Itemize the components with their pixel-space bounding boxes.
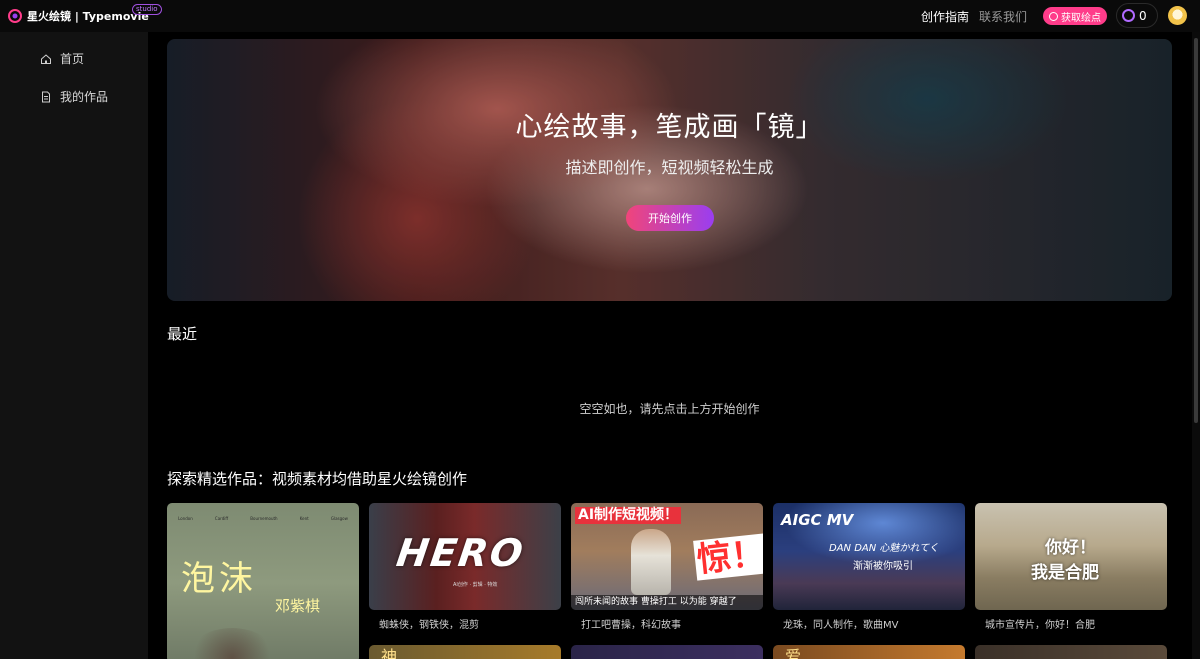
- thumb-title: AI制作短视频！: [575, 507, 682, 524]
- thumb-shock-text: 惊！: [693, 533, 763, 581]
- thumb-city: Kent: [299, 516, 309, 521]
- get-points-button[interactable]: 获取绘点: [1043, 7, 1107, 25]
- points-balance[interactable]: 0: [1116, 3, 1158, 28]
- brand-icon: [8, 9, 22, 23]
- thumb-bottom-text: 闯所未闻的故事 曹操打工 以为能 穿越了: [571, 595, 763, 610]
- sidebar-item-label: 我的作品: [60, 90, 109, 104]
- thumb-figure: [631, 529, 671, 595]
- get-points-label: 获取绘点: [1061, 12, 1101, 24]
- gallery-thumbnail[interactable]: 你好！ 我是合肥: [975, 503, 1167, 610]
- top-bar: 星火绘镜 | Typemovie studio 创作指南 联系我们 获取绘点 0: [0, 0, 1200, 32]
- gallery-card-paomo[interactable]: London Cardiff Bournemouth Kent Glasgow …: [167, 503, 359, 659]
- gallery-card-caocao[interactable]: AI制作短视频！ 惊！ 闯所未闻的故事 曹操打工 以为能 穿越了 打工吧曹操，科…: [571, 503, 763, 631]
- thumb-title: 泡沫: [181, 559, 257, 599]
- page-scrollbar[interactable]: [1192, 32, 1200, 659]
- gallery-thumbnail[interactable]: HERO AI创作 · 剪辑 · 特效: [369, 503, 561, 610]
- user-avatar[interactable]: [1168, 6, 1187, 25]
- thumb-title: 爱: [785, 647, 802, 659]
- recent-section-title: 最近: [167, 325, 198, 343]
- sidebar-item-my-works[interactable]: 我的作品: [40, 88, 108, 105]
- gallery-thumbnail[interactable]: AI制作短视频！ 惊！ 闯所未闻的故事 曹操打工 以为能 穿越了: [571, 503, 763, 610]
- thumb-subtitle: DAN DAN 心魅かれてく: [829, 543, 939, 554]
- balance-value: 0: [1139, 8, 1147, 23]
- thumb-title: 你好！: [1045, 538, 1096, 558]
- hero-title: 心绘故事，笔成画「镜」: [515, 112, 824, 143]
- points-icon: [1049, 11, 1058, 21]
- home-icon: [41, 53, 51, 64]
- hero-subtitle: 描述即创作，短视频轻松生成: [565, 158, 774, 177]
- thumb-city: Bournemouth: [250, 516, 278, 521]
- gallery-card-peek[interactable]: 爱: [773, 645, 965, 659]
- thumb-city: Cardiff: [214, 516, 229, 521]
- thumb-subtitle: 我是合肥: [1031, 563, 1099, 583]
- thumb-city: Glasgow: [330, 516, 348, 521]
- thumb-subtitle-translation: 渐渐被你吸引: [853, 561, 913, 572]
- document-icon: [42, 91, 50, 102]
- gallery-caption: 城市宣传片，你好！合肥: [985, 620, 1095, 631]
- recent-empty-message: 空空如也，请先点击上方开始创作: [579, 402, 760, 416]
- nav-contact-link[interactable]: 联系我们: [979, 8, 1027, 25]
- thumb-title: 神: [381, 647, 398, 659]
- thumb-figure: [187, 628, 277, 659]
- gallery-thumbnail[interactable]: AIGC MV DAN DAN 心魅かれてく 渐渐被你吸引: [773, 503, 965, 610]
- gallery-caption: 蜘蛛侠，钢铁侠，混剪: [379, 620, 479, 631]
- gallery-card-hero[interactable]: HERO AI创作 · 剪辑 · 特效 蜘蛛侠，钢铁侠，混剪: [369, 503, 561, 631]
- hero-banner: 心绘故事，笔成画「镜」 描述即创作，短视频轻松生成 开始创作: [167, 39, 1172, 301]
- sidebar-item-home[interactable]: 首页: [40, 50, 84, 67]
- gallery-caption: 打工吧曹操，科幻故事: [581, 620, 681, 631]
- gallery-card-dragonball[interactable]: AIGC MV DAN DAN 心魅かれてく 渐渐被你吸引 龙珠，同人制作，歌曲…: [773, 503, 965, 631]
- brand-logo[interactable]: 星火绘镜 | Typemovie studio: [8, 4, 162, 26]
- sidebar-item-label: 首页: [60, 52, 85, 66]
- thumb-city: London: [178, 516, 193, 521]
- gallery-card-peek[interactable]: 神: [369, 645, 561, 659]
- coin-icon: [1122, 9, 1135, 22]
- thumb-city-list: London Cardiff Bournemouth Kent Glasgow: [167, 516, 359, 521]
- nav-guide-link[interactable]: 创作指南: [921, 8, 969, 25]
- gallery-card-peek[interactable]: [975, 645, 1167, 659]
- gallery-card-peek[interactable]: [571, 645, 763, 659]
- gallery-caption: 龙珠，同人制作，歌曲MV: [783, 620, 899, 631]
- explore-section-title: 探索精选作品：视频素材均借助星火绘镜创作: [167, 470, 468, 488]
- gallery-card-hefei[interactable]: 你好！ 我是合肥 城市宣传片，你好！合肥: [975, 503, 1167, 631]
- sidebar: 首页 我的作品: [0, 32, 148, 659]
- thumb-artist: 邓紫棋: [275, 597, 321, 615]
- brand-badge: studio: [132, 4, 162, 15]
- thumb-title: HERO: [393, 531, 528, 575]
- thumb-title: AIGC MV: [781, 511, 854, 529]
- start-create-button[interactable]: 开始创作: [626, 205, 714, 231]
- thumb-subtitle: AI创作 · 剪辑 · 特效: [453, 582, 498, 588]
- brand-name: 星火绘镜 | Typemovie: [27, 10, 149, 23]
- scrollbar-thumb[interactable]: [1194, 38, 1198, 423]
